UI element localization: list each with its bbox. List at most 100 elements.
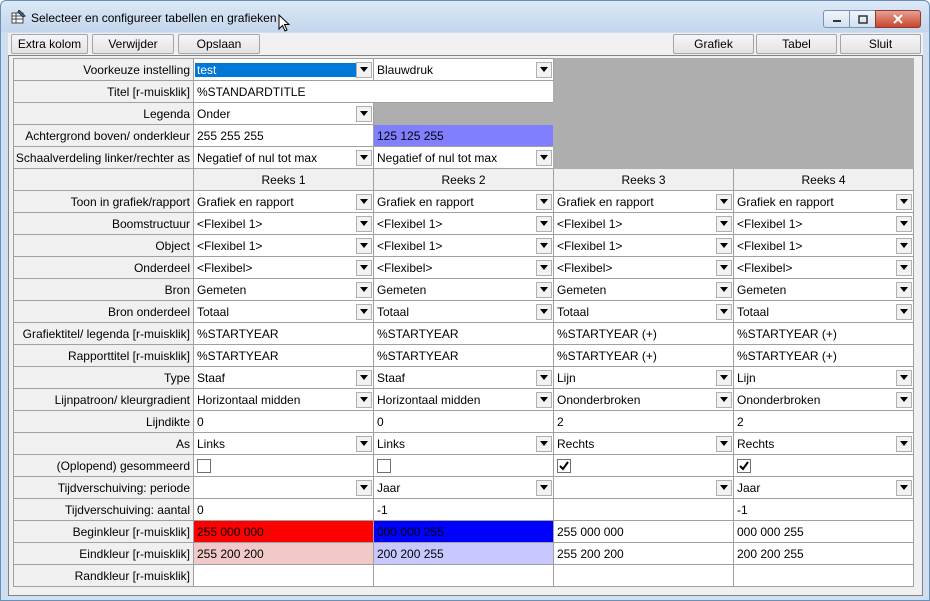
series-select[interactable]: Grafiek en rapport xyxy=(553,190,734,213)
dropdown-arrow-icon[interactable] xyxy=(896,435,912,452)
dropdown-arrow-icon[interactable] xyxy=(536,303,552,320)
extra-kolom-button[interactable]: Extra kolom xyxy=(11,34,88,54)
dropdown-arrow-icon[interactable] xyxy=(716,369,732,386)
series-select[interactable]: Links xyxy=(373,432,554,455)
dropdown-arrow-icon[interactable] xyxy=(716,281,732,298)
verwijder-button[interactable]: Verwijder xyxy=(92,34,174,54)
dropdown-arrow-icon[interactable] xyxy=(536,259,552,276)
series-select[interactable]: <Flexibel> xyxy=(193,256,374,279)
series-select[interactable]: Totaal xyxy=(193,300,374,323)
series-field[interactable]: -1 xyxy=(733,498,914,521)
schaal-left-select[interactable]: Negatief of nul tot max xyxy=(193,146,374,169)
dropdown-arrow-icon[interactable] xyxy=(716,259,732,276)
series-select[interactable]: <Flexibel 1> xyxy=(733,212,914,235)
checkbox[interactable] xyxy=(737,458,751,473)
titel-field[interactable]: %STANDARDTITLE xyxy=(193,80,554,103)
series-select[interactable]: Staaf xyxy=(373,366,554,389)
series-select[interactable]: Jaar xyxy=(373,476,554,499)
opslaan-button[interactable]: Opslaan xyxy=(178,34,260,54)
series-field[interactable]: 255 200 200 xyxy=(193,542,374,565)
checkbox[interactable] xyxy=(557,458,571,473)
dropdown-arrow-icon[interactable] xyxy=(536,215,552,232)
dropdown-arrow-icon[interactable] xyxy=(356,193,372,210)
series-select[interactable]: Horizontaal midden xyxy=(193,388,374,411)
series-select[interactable]: Totaal xyxy=(553,300,734,323)
dropdown-arrow-icon[interactable] xyxy=(536,281,552,298)
dropdown-arrow-icon[interactable] xyxy=(536,435,552,452)
series-field[interactable]: 255 000 000 xyxy=(553,520,734,543)
series-field[interactable]: 0 xyxy=(193,498,374,521)
series-field[interactable]: 000 000 255 xyxy=(373,520,554,543)
series-field[interactable] xyxy=(553,564,734,587)
series-select[interactable]: Ononderbroken xyxy=(553,388,734,411)
series-select[interactable]: <Flexibel 1> xyxy=(193,212,374,235)
series-select[interactable]: <Flexibel 1> xyxy=(373,234,554,257)
series-select[interactable]: Grafiek en rapport xyxy=(193,190,374,213)
dropdown-arrow-icon[interactable] xyxy=(536,237,552,254)
dropdown-arrow-icon[interactable] xyxy=(356,391,372,408)
legenda-select[interactable]: Onder xyxy=(193,102,374,125)
series-field[interactable]: 255 200 200 xyxy=(553,542,734,565)
series-field[interactable]: %STARTYEAR xyxy=(193,322,374,345)
series-field[interactable]: %STARTYEAR xyxy=(193,344,374,367)
series-select[interactable]: <Flexibel 1> xyxy=(193,234,374,257)
series-select[interactable]: Lijn xyxy=(733,366,914,389)
achtergrond-top-field[interactable]: 255 255 255 xyxy=(193,124,374,147)
dropdown-arrow-icon[interactable] xyxy=(896,259,912,276)
series-select[interactable]: Gemeten xyxy=(733,278,914,301)
series-field[interactable]: %STARTYEAR (+) xyxy=(733,322,914,345)
dropdown-arrow-icon[interactable] xyxy=(356,435,372,452)
series-checkbox-cell[interactable] xyxy=(373,454,554,477)
dropdown-arrow-icon[interactable] xyxy=(356,61,372,78)
series-field[interactable]: -1 xyxy=(373,498,554,521)
dropdown-arrow-icon[interactable] xyxy=(896,193,912,210)
dropdown-arrow-icon[interactable] xyxy=(896,303,912,320)
series-field[interactable]: 0 xyxy=(373,410,554,433)
series-field[interactable]: 200 200 255 xyxy=(733,542,914,565)
series-select[interactable]: <Flexibel 1> xyxy=(373,212,554,235)
series-select[interactable]: Grafiek en rapport xyxy=(733,190,914,213)
dropdown-arrow-icon[interactable] xyxy=(716,479,732,496)
schaal-right-select[interactable]: Negatief of nul tot max xyxy=(373,146,554,169)
checkbox[interactable] xyxy=(197,458,211,473)
minimize-button[interactable] xyxy=(823,10,850,28)
blauwdruk-select[interactable]: Blauwdruk xyxy=(373,58,554,81)
series-field[interactable]: %STARTYEAR xyxy=(373,344,554,367)
series-field[interactable] xyxy=(553,498,734,521)
series-field[interactable]: %STARTYEAR (+) xyxy=(553,344,734,367)
series-select[interactable]: <Flexibel> xyxy=(373,256,554,279)
dropdown-arrow-icon[interactable] xyxy=(356,237,372,254)
series-select[interactable]: Lijn xyxy=(553,366,734,389)
series-checkbox-cell[interactable] xyxy=(193,454,374,477)
achtergrond-bottom-field[interactable]: 125 125 255 xyxy=(373,124,554,147)
series-field[interactable] xyxy=(193,564,374,587)
voorkeuze-select[interactable]: test xyxy=(193,58,374,81)
close-button[interactable] xyxy=(875,10,921,28)
series-select[interactable]: Horizontaal midden xyxy=(373,388,554,411)
dropdown-arrow-icon[interactable] xyxy=(356,369,372,386)
series-field[interactable] xyxy=(373,564,554,587)
dropdown-arrow-icon[interactable] xyxy=(896,237,912,254)
dropdown-arrow-icon[interactable] xyxy=(536,391,552,408)
series-field[interactable]: 0 xyxy=(193,410,374,433)
series-select[interactable]: <Flexibel 1> xyxy=(733,234,914,257)
series-field[interactable] xyxy=(733,564,914,587)
series-select[interactable]: <Flexibel 1> xyxy=(553,212,734,235)
dropdown-arrow-icon[interactable] xyxy=(716,303,732,320)
grafiek-button[interactable]: Grafiek xyxy=(673,34,754,54)
dropdown-arrow-icon[interactable] xyxy=(356,479,372,496)
dropdown-arrow-icon[interactable] xyxy=(356,105,372,122)
dropdown-arrow-icon[interactable] xyxy=(896,369,912,386)
dropdown-arrow-icon[interactable] xyxy=(896,391,912,408)
dropdown-arrow-icon[interactable] xyxy=(536,369,552,386)
series-field[interactable]: 2 xyxy=(553,410,734,433)
dropdown-arrow-icon[interactable] xyxy=(356,303,372,320)
maximize-button[interactable] xyxy=(849,10,876,28)
dropdown-arrow-icon[interactable] xyxy=(356,259,372,276)
series-select[interactable]: Grafiek en rapport xyxy=(373,190,554,213)
dropdown-arrow-icon[interactable] xyxy=(536,61,552,78)
dropdown-arrow-icon[interactable] xyxy=(356,281,372,298)
series-select[interactable]: Jaar xyxy=(733,476,914,499)
dropdown-arrow-icon[interactable] xyxy=(716,215,732,232)
series-checkbox-cell[interactable] xyxy=(553,454,734,477)
